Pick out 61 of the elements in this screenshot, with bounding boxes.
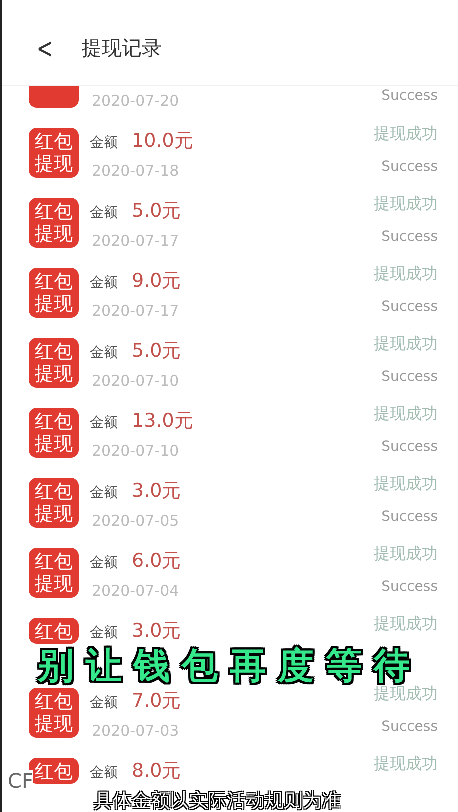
withdraw-status: 提现成功 <box>374 404 438 425</box>
amount: 6.0元 <box>132 549 182 574</box>
success-status: Success <box>382 369 438 385</box>
success-status: Success <box>382 509 438 525</box>
amount-label: 金额 <box>90 624 118 642</box>
record-date: 2020-07-18 <box>92 162 180 180</box>
withdraw-status: 提现成功 <box>374 544 438 565</box>
record-date: 2020-07-10 <box>92 442 180 460</box>
withdraw-badge: 红包 提现 <box>29 478 79 528</box>
success-status: Success <box>382 579 438 595</box>
withdraw-badge: 红包 提现 <box>29 268 79 318</box>
success-status: Success <box>382 439 438 455</box>
success-status: Success <box>382 229 438 245</box>
video-subtitle: 具体金额以实际活动规则为准 <box>94 790 341 812</box>
amount-label: 金额 <box>90 554 118 572</box>
record-date: 2020-07-03 <box>92 722 180 740</box>
amount: 3.0元 <box>132 479 182 504</box>
amount: 5.0元 <box>132 339 182 364</box>
amount-label: 金额 <box>90 204 118 222</box>
withdraw-badge: 红包 提现 <box>29 128 79 178</box>
amount-label: 金额 <box>90 274 118 292</box>
amount: 13.0元 <box>132 409 194 434</box>
record-date: 2020-07-10 <box>92 372 180 390</box>
withdraw-status: 提现成功 <box>374 124 438 145</box>
success-status: Success <box>382 299 438 315</box>
video-caption: 别让钱包再度等待 <box>36 647 422 687</box>
record-date: 2020-07-05 <box>92 512 180 530</box>
record-date: 2020-07-17 <box>92 232 180 250</box>
withdraw-status: 提现成功 <box>374 334 438 355</box>
record-date: 2020-07-17 <box>92 302 180 320</box>
amount: 7.0元 <box>132 689 182 714</box>
withdraw-status: 提现成功 <box>374 614 438 635</box>
withdraw-status: 提现成功 <box>374 474 438 495</box>
amount-label: 金额 <box>90 694 118 712</box>
withdraw-status: 提现成功 <box>374 194 438 215</box>
back-button[interactable]: < <box>34 32 56 65</box>
page-title: 提现记录 <box>82 35 162 62</box>
amount: 5.0元 <box>132 199 182 224</box>
withdraw-status: 提现成功 <box>374 684 438 705</box>
withdraw-badge: 红包 提现 <box>29 408 79 458</box>
amount-label: 金额 <box>90 484 118 502</box>
amount-label: 金额 <box>90 764 118 782</box>
withdraw-badge: 红包 提现 <box>29 338 79 388</box>
success-status: Success <box>382 159 438 175</box>
withdraw-badge: 红包 提现 <box>29 688 79 738</box>
withdraw-status: 提现成功 <box>374 264 438 285</box>
success-status: Success <box>382 88 438 104</box>
record-date: 2020-07-04 <box>92 582 180 600</box>
success-status: Success <box>382 719 438 735</box>
record-date: 2020-07-20 <box>92 92 180 110</box>
withdraw-badge: 红包 提现 <box>29 548 79 598</box>
withdraw-status: 提现成功 <box>374 754 438 775</box>
withdraw-badge: 红包 <box>29 618 79 644</box>
amount-label: 金额 <box>90 134 118 152</box>
amount: 8.0元 <box>132 759 182 784</box>
amount-label: 金额 <box>90 344 118 362</box>
amount: 9.0元 <box>132 269 182 294</box>
withdraw-badge: 红包 提现 <box>29 198 79 248</box>
amount-label: 金额 <box>90 414 118 432</box>
amount: 3.0元 <box>132 619 182 644</box>
amount: 10.0元 <box>132 129 194 154</box>
